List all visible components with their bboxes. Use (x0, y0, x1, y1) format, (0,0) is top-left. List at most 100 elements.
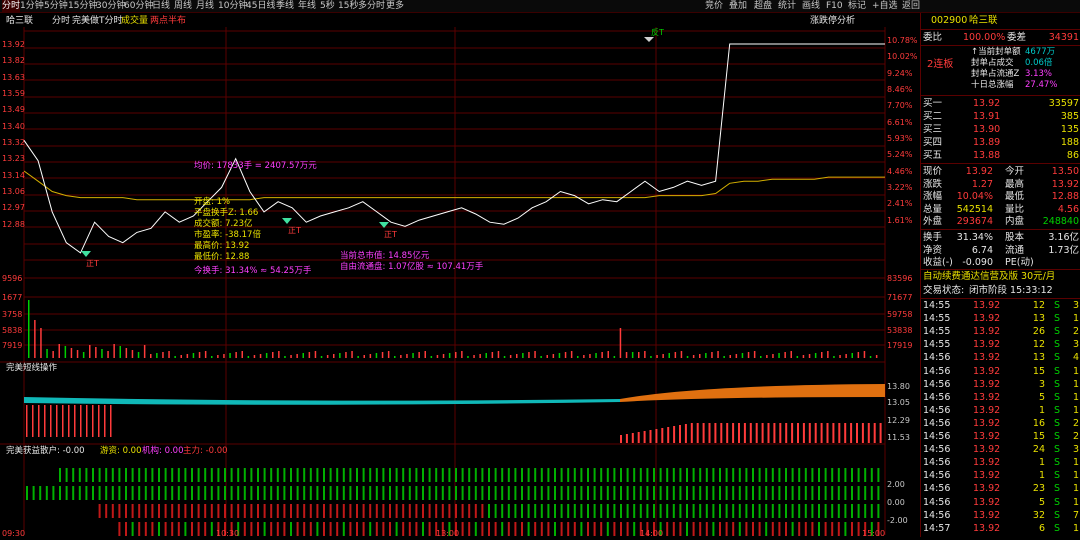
panel3-bar (824, 486, 827, 500)
panel3-bar (870, 504, 873, 518)
panel3-bar (798, 504, 801, 518)
weibi-value: 100.00% (963, 32, 1006, 43)
percent-tick-0: 10.78% (887, 36, 918, 45)
panel3-bar (844, 486, 847, 500)
panel2-red-bar (873, 423, 876, 443)
tab-period-11[interactable]: 季线 (276, 0, 294, 12)
bid-row-1[interactable]: 买一 13.92 33597 (921, 98, 1080, 110)
tab-half-past-two[interactable]: 两点半布 (150, 14, 186, 26)
volume-bar (570, 351, 573, 358)
tool-button-4[interactable]: 画线 (802, 0, 820, 12)
tab-period-0[interactable]: 分时 (2, 0, 21, 12)
panel3-bar (257, 468, 259, 482)
panel3-bar (857, 468, 860, 482)
panel3-retail: 散户: -0.00 (40, 445, 85, 456)
volume-bar (662, 354, 664, 358)
bid-row-2[interactable]: 买二 13.91 385 (921, 111, 1080, 123)
chart-area[interactable]: 哈三联 分时 完美做T分时 成交量 两点半布 涨跌停分析 13.92 13.82 1… (0, 13, 920, 538)
panel3-bar (224, 486, 226, 500)
volume-bar (162, 352, 164, 358)
panel2-red-bar (749, 423, 752, 443)
panel3-bar (336, 468, 339, 482)
bid-row-4[interactable]: 买四 13.89 188 (921, 137, 1080, 149)
panel3-bar (719, 486, 721, 500)
volume-bar (192, 353, 195, 358)
ad-line[interactable]: 自动续费通达信营及版 30元/月 (921, 271, 1080, 283)
panel3-bar (765, 468, 768, 482)
panel2-red-bar (732, 423, 735, 443)
panel3-bar (758, 522, 761, 536)
tab-period-4[interactable]: 30分钟 (96, 0, 125, 12)
panel3-bar (804, 504, 807, 518)
volume-bar (424, 351, 426, 358)
tab-period-16[interactable]: 更多 (386, 0, 404, 12)
tool-button-3[interactable]: 统计 (778, 0, 796, 12)
panel3-bar (679, 522, 682, 536)
marker-sell-t: 反T (644, 27, 664, 42)
panel3-bar (158, 486, 160, 500)
tab-period-9[interactable]: 10分钟 (218, 0, 247, 12)
tab-period-6[interactable]: 日线 (152, 0, 170, 12)
panel3-bar (349, 486, 352, 500)
tab-period-13[interactable]: 5秒 (320, 0, 335, 12)
panel2-tick-2: 12.29 (887, 416, 910, 425)
price-tick-4: 13.49 (2, 105, 25, 114)
tool-button-0[interactable]: 竞价 (705, 0, 723, 12)
tab-period-3[interactable]: 15分钟 (68, 0, 97, 12)
panel3-bar (111, 468, 114, 482)
tab-period-2[interactable]: 5分钟 (44, 0, 68, 12)
tab-period-10[interactable]: 45日线 (246, 0, 275, 12)
tool-button-8[interactable]: 返回 (902, 0, 920, 12)
tab-intraday[interactable]: 分时 (52, 14, 70, 26)
panel3-bar (428, 486, 431, 500)
volume-bar (516, 354, 518, 358)
panel3-bar (408, 486, 411, 500)
tab-period-7[interactable]: 周线 (174, 0, 192, 12)
tab-period-12[interactable]: 年线 (298, 0, 316, 12)
panel3-bar (494, 486, 497, 500)
volume-bar (70, 348, 73, 358)
tab-period-8[interactable]: 月线 (196, 0, 214, 12)
panel3-bar (831, 468, 834, 482)
volume-axis-right: 83596 71677 59758 53838 17919 (887, 274, 912, 350)
bid-row-3[interactable]: 买三 13.90 135 (921, 124, 1080, 136)
bid-row-5[interactable]: 买五 13.88 86 (921, 150, 1080, 162)
panel3-bar (316, 504, 319, 518)
tab-perfect-t[interactable]: 完美做T分时 (72, 14, 123, 26)
panel3-bar (758, 504, 761, 518)
tab-period-5[interactable]: 60分钟 (124, 0, 153, 12)
tool-button-2[interactable]: 超盘 (754, 0, 772, 12)
volume-bar (717, 351, 719, 358)
volume-bars (28, 300, 878, 358)
tool-button-1[interactable]: 叠加 (729, 0, 747, 12)
panel3-bar (342, 468, 345, 482)
panel2-red-bar (867, 423, 870, 443)
volume-bar (46, 349, 48, 358)
svg-text:正T: 正T (288, 226, 301, 235)
panel3-bar (125, 486, 127, 500)
tool-button-6[interactable]: 标记 (848, 0, 866, 12)
panel2-red-bar (655, 429, 658, 443)
panel2-red-bar (690, 423, 693, 443)
panel3-bar (686, 468, 688, 482)
panel2-red-bar (679, 425, 681, 443)
panel3-bar (309, 468, 312, 482)
panel3-bar (488, 468, 490, 482)
panel2-red-bar (726, 423, 729, 443)
time-tick-3: 14:00 (640, 529, 663, 537)
volume-bar (357, 356, 359, 358)
panel3-bar (527, 486, 530, 500)
tab-volume[interactable]: 成交量 (121, 14, 148, 26)
tab-period-14[interactable]: 15秒 (338, 0, 358, 12)
panel3-bar (587, 504, 589, 518)
tool-button-5[interactable]: F10 (826, 0, 843, 12)
intraday-chart[interactable]: 哈三联 分时 完美做T分时 成交量 两点半布 涨跌停分析 13.9213.821… (0, 13, 920, 538)
tab-period-1[interactable]: 1分钟 (20, 0, 44, 12)
tab-period-15[interactable]: 多分时 (358, 0, 385, 12)
panel3-bar (290, 486, 292, 500)
volume-bar (814, 353, 817, 358)
panel3-bar (804, 522, 807, 536)
panel2-red-bar (861, 423, 864, 443)
tool-button-7[interactable]: +自选 (872, 0, 898, 12)
analysis-button[interactable]: 涨跌停分析 (810, 14, 855, 26)
